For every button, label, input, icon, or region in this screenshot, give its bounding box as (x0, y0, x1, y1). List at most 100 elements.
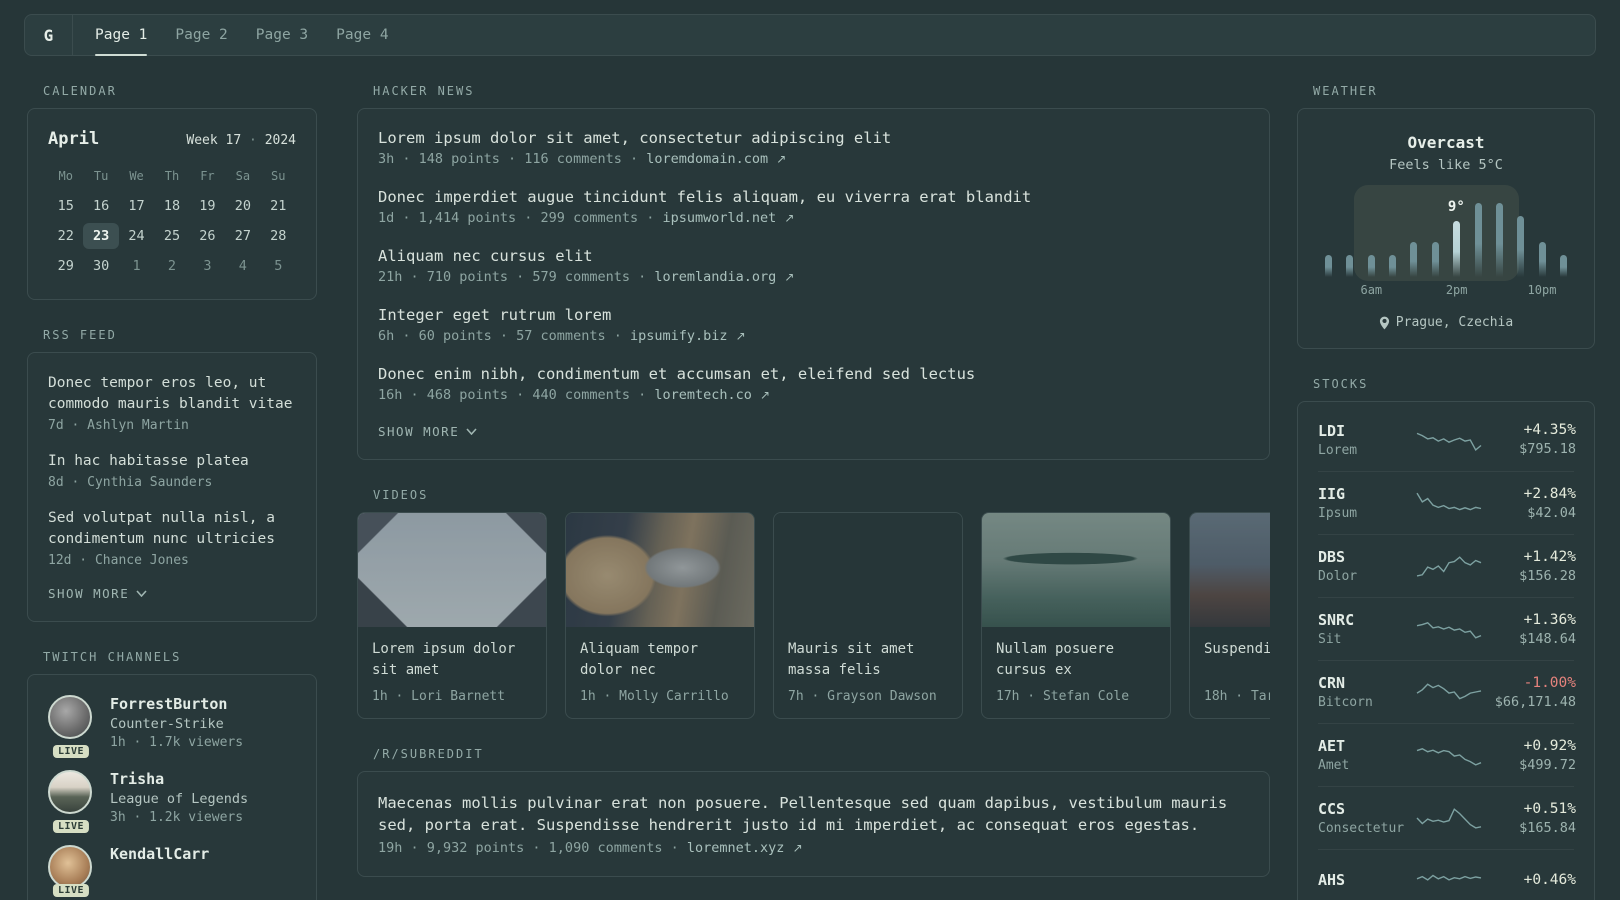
calendar-day: 15 (57, 198, 74, 214)
hn-item-title[interactable]: Integer eget rutrum lorem (378, 306, 1249, 324)
rss-item-meta: 7d · Ashlyn Martin (48, 418, 189, 433)
weather-hour-label: 6am (1360, 283, 1383, 297)
reddit-domain-link[interactable]: loremnet.xyz (687, 840, 785, 856)
twitch-channel[interactable]: LIVE ForrestBurton Counter-Strike 1h · 1… (48, 695, 296, 758)
hn-item: Aliquam nec cursus elit 21h · 710 points… (378, 247, 1249, 285)
stock-row[interactable]: IIG Ipsum +2.84% $42.04 (1318, 471, 1576, 534)
twitch-channel-name[interactable]: ForrestBurton (110, 695, 243, 713)
video-title[interactable]: Aliquam tempor dolor nec pharetra… (580, 639, 740, 681)
calendar-day: 30 (93, 258, 110, 274)
stock-symbol: CRN (1318, 674, 1346, 692)
hn-item-domain-link[interactable]: ipsumify.biz (630, 328, 728, 344)
video-card[interactable]: Lorem ipsum dolor sit amet consectetu… 1… (357, 512, 547, 719)
video-thumbnail[interactable] (982, 513, 1170, 627)
tab-page-4[interactable]: Page 4 (322, 15, 402, 55)
calendar-day: 4 (238, 258, 247, 274)
calendar-day: 19 (199, 198, 216, 214)
twitch-meta: 1h · 1.7k viewers (110, 735, 244, 750)
calendar-weekday: Tu (93, 169, 109, 183)
stock-row[interactable]: CRN Bitcorn -1.00% $66,171.48 (1318, 660, 1576, 723)
calendar-day: 24 (128, 228, 145, 244)
video-meta: 1h · Lori Barnett (372, 689, 506, 704)
weather-card: Overcast Feels like 5°C 9° 6am 2pm 10pm Pr… (1297, 108, 1595, 349)
twitch-channel-name[interactable]: KendallCarr (110, 845, 209, 863)
video-thumbnail[interactable] (774, 513, 962, 627)
hn-item-meta: 1d · 1,414 points · 299 comments · ipsum… (378, 210, 795, 226)
video-card[interactable]: Aliquam tempor dolor nec pharetra… 1h · … (565, 512, 755, 719)
external-link-icon: ↗ (784, 270, 795, 284)
hn-item: Donec imperdiet augue tincidunt felis al… (378, 188, 1249, 226)
twitch-channel[interactable]: LIVE Trisha League of Legends 3h · 1.2k … (48, 770, 296, 833)
calendar-day: 26 (199, 228, 216, 244)
tab-page-2[interactable]: Page 2 (161, 15, 241, 55)
calendar-day-selected: 23 (83, 223, 119, 249)
rss-item-title[interactable]: Donec tempor eros leo, ut commodo mauris… (48, 373, 296, 415)
avatar (48, 770, 92, 814)
video-card[interactable]: Mauris sit amet massa felis 7h · Grayson… (773, 512, 963, 719)
video-card[interactable]: Suspendis diam 18h · Tara (1189, 512, 1270, 719)
stock-row[interactable]: AHS +0.46% (1318, 849, 1576, 900)
twitch-meta: 3h · 1.2k viewers (110, 810, 244, 825)
live-badge: LIVE (52, 745, 90, 758)
calendar-day: 22 (57, 228, 74, 244)
hn-item-domain-link[interactable]: loremlandia.org (654, 269, 776, 285)
video-title[interactable]: Mauris sit amet massa felis (788, 639, 948, 681)
weather-hour-label: 10pm (1527, 283, 1557, 297)
hn-item-domain-link[interactable]: loremtech.co (654, 387, 752, 403)
rss-item: In hac habitasse platea 8d · Cynthia Sau… (48, 451, 296, 490)
weather-feels-like: Feels like 5°C (1389, 157, 1503, 173)
stock-change: +0.92% (1523, 737, 1576, 754)
stock-symbol: LDI (1318, 421, 1346, 440)
calendar-weekday: Fr (200, 169, 215, 183)
calendar-day: 1 (132, 258, 141, 274)
video-thumbnail[interactable] (566, 513, 754, 627)
weather-bar (1538, 241, 1546, 277)
stock-row[interactable]: DBS Dolor +1.42% $156.28 (1318, 534, 1576, 597)
stock-row[interactable]: SNRC Sit +1.36% $148.64 (1318, 597, 1576, 660)
hn-item-title[interactable]: Donec imperdiet augue tincidunt felis al… (378, 188, 1249, 206)
weather-bar (1325, 255, 1332, 277)
video-title[interactable]: Nullam posuere cursus ex (996, 639, 1156, 681)
weather-chart: 9° (1322, 185, 1570, 281)
external-link-icon: ↗ (735, 329, 746, 343)
rss-show-more-button[interactable]: SHOW MORE (48, 586, 296, 601)
twitch-channel[interactable]: LIVE KendallCarr (48, 845, 296, 897)
stock-name: Ipsum (1318, 506, 1358, 521)
external-link-icon: ↗ (776, 152, 787, 166)
video-card[interactable]: Nullam posuere cursus ex 17h · Stefan Co… (981, 512, 1171, 719)
video-thumbnail[interactable] (1190, 513, 1270, 627)
tab-page-3[interactable]: Page 3 (242, 15, 322, 55)
stock-sparkline (1414, 552, 1484, 580)
twitch-channel-name[interactable]: Trisha (110, 770, 248, 788)
hn-item-domain-link[interactable]: ipsumworld.net (662, 210, 776, 226)
hn-item: Donec enim nibh, condimentum et accumsan… (378, 365, 1249, 403)
hn-item-title[interactable]: Donec enim nibh, condimentum et accumsan… (378, 365, 1249, 383)
hn-item-title[interactable]: Lorem ipsum dolor sit amet, consectetur … (378, 129, 1249, 147)
video-thumbnail[interactable] (358, 513, 546, 627)
stock-row[interactable]: LDI Lorem +4.35% $795.18 (1318, 408, 1576, 471)
weather-hour-labels: 6am 2pm 10pm (1318, 283, 1574, 301)
reddit-post-title[interactable]: Maecenas mollis pulvinar erat non posuer… (378, 792, 1249, 836)
weather-bar (1410, 241, 1418, 277)
app-logo[interactable]: G (25, 15, 73, 55)
weather-hour-label: 2pm (1445, 283, 1468, 297)
weather-bar (1389, 255, 1397, 277)
video-title[interactable]: Suspendis diam (1204, 639, 1270, 681)
weather-bar-current (1453, 220, 1461, 277)
calendar-day: 21 (270, 198, 287, 214)
hn-show-more-button[interactable]: SHOW MORE (378, 424, 1249, 439)
rss-item-title[interactable]: Sed volutpat nulla nisl, a condimentum n… (48, 508, 296, 550)
stock-row[interactable]: CCS Consectetur +0.51% $165.84 (1318, 786, 1576, 849)
stock-name: Sit (1318, 632, 1342, 647)
stock-name: Consectetur (1318, 821, 1405, 836)
rss-item-title[interactable]: In hac habitasse platea (48, 451, 296, 472)
stock-symbol: IIG (1318, 485, 1346, 503)
tab-page-1[interactable]: Page 1 (81, 15, 161, 56)
hn-item-domain-link[interactable]: loremdomain.com (646, 151, 768, 167)
video-title[interactable]: Lorem ipsum dolor sit amet consectetu… (372, 639, 532, 681)
video-meta: 7h · Grayson Dawson (788, 689, 937, 704)
reddit-post-meta: 19h · 9,932 points · 1,090 comments · lo… (378, 840, 803, 856)
hn-item-title[interactable]: Aliquam nec cursus elit (378, 247, 1249, 265)
stock-row[interactable]: AET Amet +0.92% $499.72 (1318, 723, 1576, 786)
calendar-day: 18 (163, 198, 181, 214)
